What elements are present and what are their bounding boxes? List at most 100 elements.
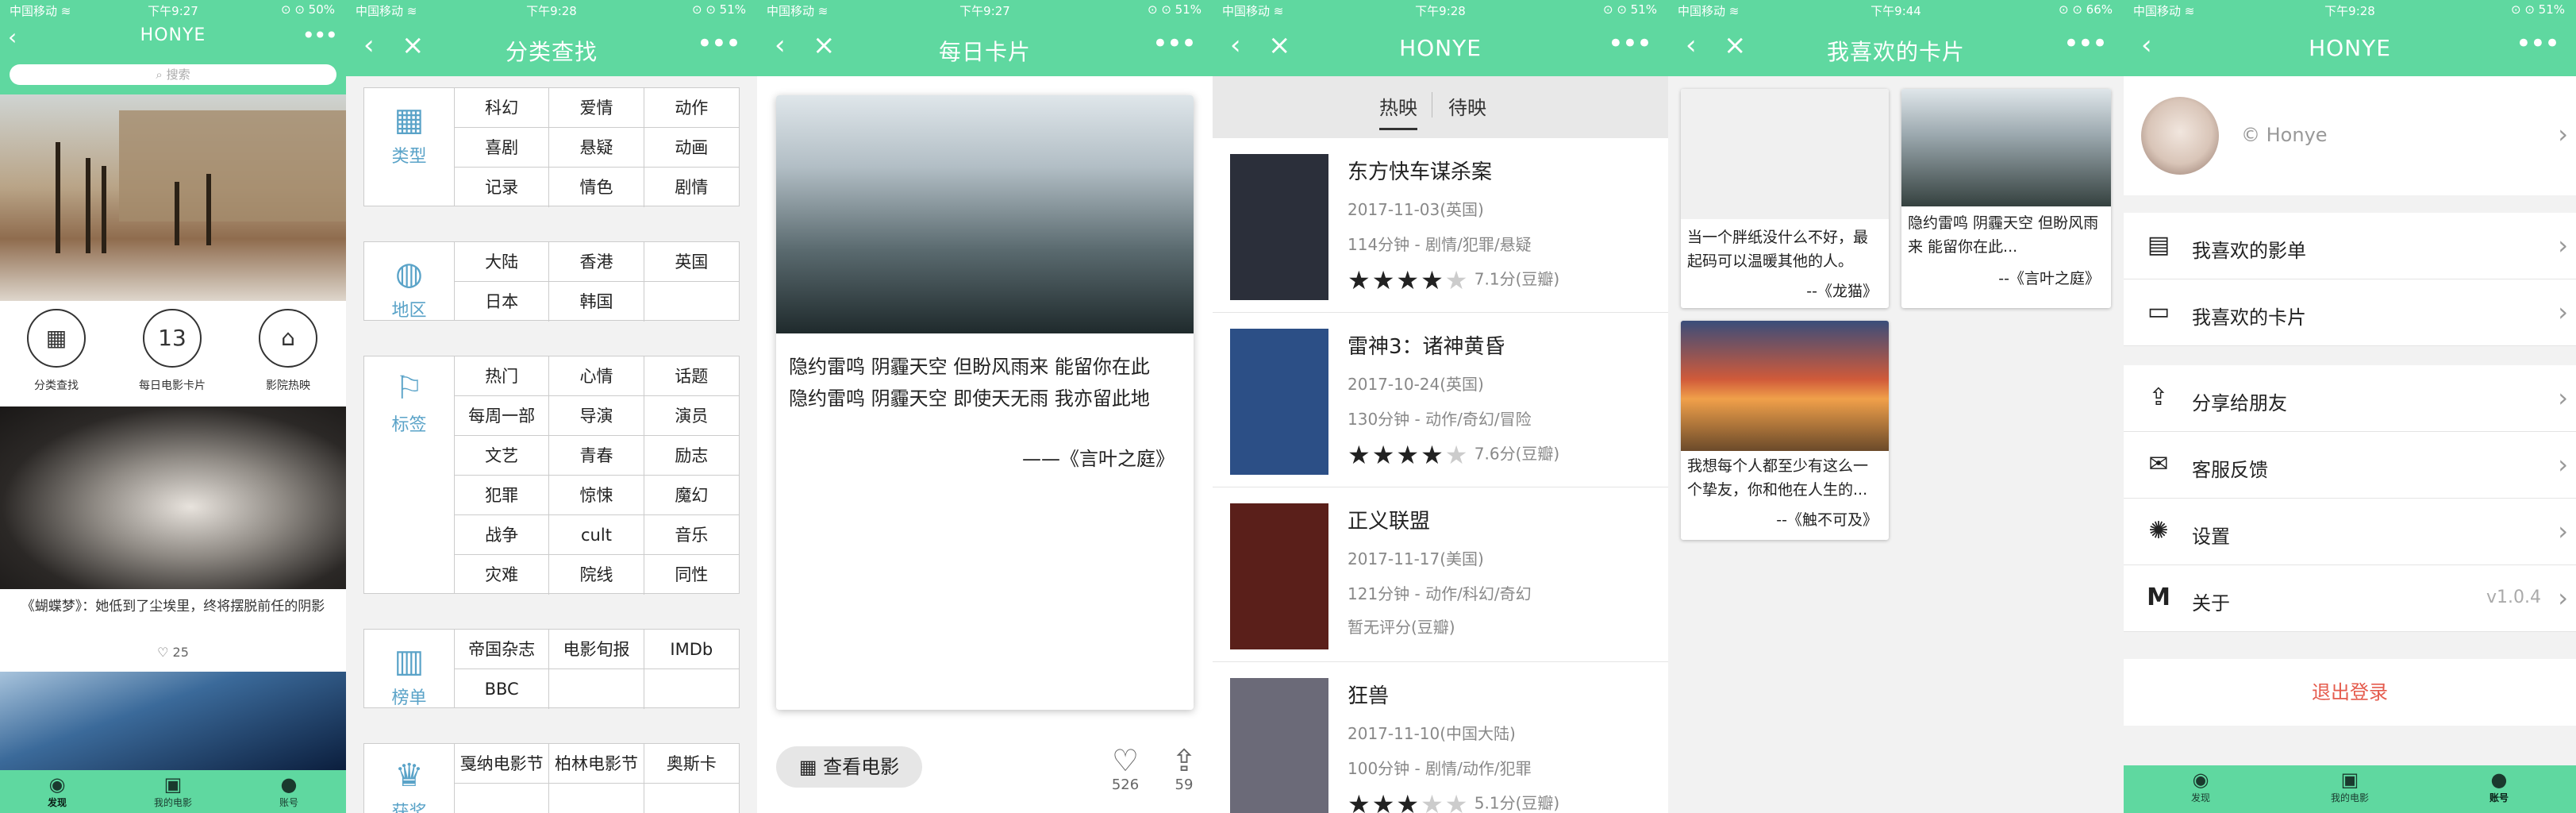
article-caption[interactable]: 《蝴蝶梦》：她低到了尘埃里，终将摆脱前任的阴影 [6,595,340,618]
category-item[interactable]: 导演 [549,396,644,436]
category-item[interactable]: 心情 [549,356,644,396]
status-bar: 中国移动 ≋ 下午9:28 ⊙ ⊙ 51% [346,0,757,19]
tab-now-showing[interactable]: 热映 [1379,92,1417,130]
category-item[interactable]: 戛纳电影节 [455,744,550,784]
category-item[interactable]: 热门 [455,356,550,396]
menu-item[interactable]: M 关于 v1.0.4 › [2124,565,2576,632]
tab-my-movies[interactable]: ▣ 我的电影 [133,773,213,809]
article-image-2[interactable] [0,672,346,770]
category-item[interactable]: 每周一部 [455,396,550,436]
page-title: HONYE [1399,35,1482,61]
category-item[interactable]: 情色 [549,168,644,207]
more-icon[interactable]: ••• [302,22,338,49]
favorite-card[interactable]: 我想每个人都至少有这么一个挚友，你和他在人生的... --《触不可及》 [1681,321,1889,540]
menu-item[interactable]: ✉ 客服反馈 › [2124,432,2576,499]
page-title: 分类查找 [505,39,598,65]
more-icon[interactable]: ••• [2063,30,2108,57]
category-item[interactable]: 音乐 [644,515,739,555]
category-item[interactable]: 院线 [549,555,644,595]
avatar [2141,97,2219,175]
quote-card: 隐约雷鸣 阴霾天空 但盼风雨来 能留你在此 隐约雷鸣 阴霾天空 即使天无雨 我亦… [776,95,1194,710]
like-button[interactable]: ♡ 526 [1102,745,1149,793]
cinema-shortcut[interactable]: ⌂ [259,309,317,368]
tab-discover[interactable]: ◉ 发现 [17,773,97,809]
category-item[interactable]: 帝国杂志 [455,630,550,669]
menu-item[interactable]: ▤ 我喜欢的影单 › [2124,213,2576,279]
menu-item[interactable]: ▭ 我喜欢的卡片 › [2124,279,2576,346]
movie-row[interactable]: 正义联盟 2017-11-17(美国) 121分钟 - 动作/科幻/奇幻 暂无评分(豆… [1213,487,1668,662]
menu-item[interactable]: ✺ 设置 › [2124,499,2576,565]
daily-card-shortcut[interactable]: 13 [143,309,202,368]
movie-row[interactable]: 雷神3：诸神黄昏 2017-10-24(英国) 130分钟 - 动作/奇幻/冒险 ★★… [1213,313,1668,487]
logout-button[interactable]: 退出登录 [2124,659,2576,726]
film-list-icon: ▤ [2147,231,2170,259]
category-item[interactable]: 灾难 [455,555,550,595]
movie-row[interactable]: 东方快车谋杀案 2017-11-03(英国) 114分钟 - 剧情/犯罪/悬疑 ★★★… [1213,138,1668,313]
category-item[interactable]: 励志 [644,436,739,476]
category-item[interactable]: 喜剧 [455,128,550,168]
view-movie-button[interactable]: ▦ 查看电影 [776,746,922,788]
category-item[interactable]: 动画 [644,128,739,168]
like-count[interactable]: ♡ 25 [0,645,346,660]
category-item[interactable]: 科幻 [455,88,550,128]
category-shortcut[interactable]: ▦ [27,309,86,368]
category-cells: 帝国杂志 电影旬报 IMDb BBC [455,630,739,709]
category-item[interactable]: 犯罪 [455,476,550,515]
category-item[interactable]: 记录 [455,168,550,207]
article-image[interactable] [0,406,346,589]
menu-label: 分享给朋友 [2192,392,2287,414]
category-item[interactable]: 演员 [644,396,739,436]
category-item[interactable]: 青春 [549,436,644,476]
search-input[interactable]: ⌕ 搜索 [10,64,336,85]
category-item[interactable]: 日本 [455,282,550,322]
tab-label: 发现 [47,797,67,808]
tab-coming-soon[interactable]: 待映 [1448,92,1486,120]
category-item[interactable]: 悬疑 [549,128,644,168]
category-item[interactable]: 惊悚 [549,476,644,515]
tab-discover[interactable]: ◉ 发现 [2161,769,2240,804]
tab-my-movies[interactable]: ▣ 我的电影 [2310,769,2390,804]
category-item[interactable]: 爱情 [549,88,644,128]
category-item[interactable]: 韩国 [549,282,644,322]
category-item[interactable]: 奥斯卡 [644,744,739,784]
category-item[interactable]: 英国 [644,242,739,282]
category-item[interactable]: 电影旬报 [549,630,644,669]
compass-icon: ◉ [2192,769,2209,791]
battery: ⊙ ⊙ 51% [1602,2,1657,17]
category-item[interactable]: 同性 [644,555,739,595]
category-item[interactable]: 柏林电影节 [549,744,644,784]
tab-account[interactable]: ● 账号 [249,773,329,809]
share-button[interactable]: ⇪ 59 [1160,745,1208,793]
category-group: ▥ 榜单 帝国杂志 电影旬报 IMDb BBC [363,629,740,709]
category-item[interactable]: cult [549,515,644,555]
category-cells: 热门 心情 话题每周一部 导演 演员文艺 青春 励志犯罪 惊悚 魔幻战争 cult 音乐灾难 院线 同性 [455,356,739,595]
banner-image[interactable] [0,94,346,301]
movie-row[interactable]: 狂兽 2017-11-10(中国大陆) 100分钟 - 剧情/动作/犯罪 ★★★★★ … [1213,662,1668,813]
category-item[interactable]: 香港 [549,242,644,282]
favorite-card[interactable]: 隐约雷鸣 阴霾天空 但盼风雨来 能留你在此... --《言叶之庭》 [1901,89,2111,308]
more-icon[interactable]: ••• [1608,30,1652,57]
category-item[interactable]: 话题 [644,356,739,396]
profile-row[interactable]: © Honye › [2124,76,2576,195]
category-item[interactable]: 大陆 [455,242,550,282]
more-icon[interactable]: ••• [2516,30,2560,57]
more-icon[interactable]: ••• [1152,30,1197,57]
card-text: 我想每个人都至少有这么一个挚友，你和他在人生的... [1687,457,1869,499]
menu-item[interactable]: ⇪ 分享给朋友 › [2124,365,2576,432]
tab-account[interactable]: ● 账号 [2459,769,2539,804]
page-title: HONYE [2309,35,2391,61]
star-icon: ★ [1421,789,1445,813]
search-placeholder: 搜索 [166,67,190,82]
category-item[interactable]: BBC [455,669,550,709]
category-item[interactable]: 剧情 [644,168,739,207]
category-item[interactable]: 魔幻 [644,476,739,515]
category-item[interactable]: 文艺 [455,436,550,476]
category-item[interactable]: 动作 [644,88,739,128]
star-rating: ★★★★★ [1348,265,1469,295]
more-icon[interactable]: ••• [697,30,741,57]
category-item[interactable]: IMDb [644,630,739,669]
cinema-icon: ⌂ [281,325,295,351]
movie-title: 东方快车谋杀案 [1348,160,1493,184]
category-item[interactable]: 战争 [455,515,550,555]
favorite-card[interactable]: 当一个胖纸没什么不好，最起码可以温暖其他的人。 --《龙猫》 [1681,89,1889,308]
